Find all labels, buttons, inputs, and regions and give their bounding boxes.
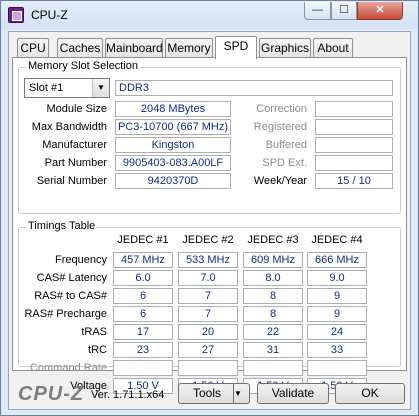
jedec-column-header: JEDEC #4 <box>311 234 363 246</box>
timing-value-field: 6.0 <box>113 270 173 286</box>
chevron-down-icon[interactable]: ▼ <box>233 384 249 403</box>
timings-group-title: Timings Table <box>26 220 98 232</box>
timing-value-field: 6 <box>113 288 173 304</box>
timing-row-label: RAS# to CAS# <box>34 290 107 302</box>
timing-value-field: 23 <box>113 342 173 358</box>
timing-value-field: 33 <box>307 342 367 358</box>
timing-row-label: Command Rate <box>29 362 107 374</box>
max-bandwidth-label: Max Bandwidth <box>31 121 107 133</box>
timing-value-field: 27 <box>178 342 238 358</box>
timing-value-field <box>178 360 238 376</box>
timing-value-field: 6 <box>113 306 173 322</box>
close-button[interactable]: ✕ <box>357 2 403 20</box>
timing-row-label: tRAS <box>81 326 107 338</box>
timing-value-field: 20 <box>178 324 238 340</box>
jedec-column-header: JEDEC #1 <box>117 234 169 246</box>
module-size-field: 2048 MBytes <box>115 101 231 117</box>
tab-mainboard[interactable]: Mainboard <box>105 38 163 58</box>
tab-cpu[interactable]: CPU <box>17 38 49 58</box>
tab-spd[interactable]: SPD <box>215 36 257 59</box>
spd-ext-field <box>315 155 393 171</box>
buffered-label: Buffered <box>265 139 307 151</box>
timing-row-label: Frequency <box>55 254 107 266</box>
footer-bar: CPU-Z Ver. 1.71.1.x64 Tools ▼ Validate O… <box>9 375 410 409</box>
timing-value-field <box>307 360 367 376</box>
module-size-label: Module Size <box>46 103 107 115</box>
manufacturer-field: Kingston <box>115 137 231 153</box>
timing-value-field: 8.0 <box>243 270 303 286</box>
version-label: Ver. 1.71.1.x64 <box>91 389 165 401</box>
maximize-button[interactable]: ☐ <box>331 2 357 20</box>
timing-value-field: 533 MHz <box>178 252 238 268</box>
memory-type-field: DDR3 <box>115 80 393 96</box>
tab-caches[interactable]: Caches <box>57 38 103 58</box>
serial-number-field: 9420370D <box>115 173 231 189</box>
registered-label: Registered <box>253 121 307 133</box>
validate-button[interactable]: Validate <box>257 383 329 404</box>
timing-value-field: 31 <box>243 342 303 358</box>
chevron-down-icon[interactable]: ▼ <box>92 79 109 97</box>
timing-value-field: 8 <box>243 288 303 304</box>
timing-row-label: tRC <box>88 344 107 356</box>
part-number-field: 9905403-083.A00LF <box>115 155 231 171</box>
correction-field <box>315 101 393 117</box>
timing-value-field: 7 <box>178 306 238 322</box>
timing-value-field: 17 <box>113 324 173 340</box>
timings-group: Timings Table JEDEC #1 JEDEC #2 JEDEC #3 JE… <box>18 220 401 394</box>
max-bandwidth-field: PC3-10700 (667 MHz) <box>115 119 231 135</box>
timing-value-field: 9.0 <box>307 270 367 286</box>
cpuz-app-icon <box>8 7 24 23</box>
slot-select[interactable]: Slot #1 ▼ <box>24 78 110 98</box>
buffered-field <box>315 137 393 153</box>
timing-value-field: 7.0 <box>178 270 238 286</box>
memory-slot-group: Memory Slot Selection Slot #1 ▼ DDR3 Mod… <box>18 60 401 214</box>
timing-value-field: 457 MHz <box>113 252 173 268</box>
tab-graphics[interactable]: Graphics <box>259 38 311 58</box>
title-bar[interactable]: CPU-Z — ☐ ✕ <box>1 1 418 29</box>
minimize-button[interactable]: — <box>304 2 331 20</box>
manufacturer-label: Manufacturer <box>42 139 107 151</box>
tools-button[interactable]: Tools ▼ <box>178 383 250 404</box>
client-area: CPU Caches Mainboard Memory SPD Graphics… <box>8 31 411 410</box>
timing-value-field: 666 MHz <box>307 252 367 268</box>
memory-slot-group-title: Memory Slot Selection <box>26 60 141 72</box>
slot-select-value: Slot #1 <box>29 82 64 94</box>
tab-memory[interactable]: Memory <box>165 38 213 58</box>
serial-number-label: Serial Number <box>36 175 107 187</box>
part-number-label: Part Number <box>44 157 107 169</box>
cpuz-brand-logo: CPU-Z <box>18 383 85 405</box>
timing-value-field: 9 <box>307 288 367 304</box>
timing-row-label: RAS# Precharge <box>24 308 107 320</box>
timing-value-field: 22 <box>243 324 303 340</box>
correction-label: Correction <box>256 103 307 115</box>
timing-value-field: 9 <box>307 306 367 322</box>
tab-about[interactable]: About <box>313 38 353 58</box>
timing-value-field <box>113 360 173 376</box>
week-year-label: Week/Year <box>253 175 307 187</box>
timing-value-field: 609 MHz <box>243 252 303 268</box>
jedec-column-header: JEDEC #2 <box>182 234 234 246</box>
window-title: CPU-Z <box>31 8 68 22</box>
timing-value-field: 24 <box>307 324 367 340</box>
ok-button[interactable]: OK <box>335 383 405 404</box>
cpuz-window: CPU-Z — ☐ ✕ CPU Caches Mainboard Memory … <box>0 0 419 416</box>
jedec-column-header: JEDEC #3 <box>247 234 299 246</box>
timing-value-field: 8 <box>243 306 303 322</box>
tab-strip: CPU Caches Mainboard Memory SPD Graphics… <box>9 36 410 59</box>
registered-field <box>315 119 393 135</box>
tools-button-label: Tools <box>193 386 222 400</box>
spd-panel: Memory Slot Selection Slot #1 ▼ DDR3 Mod… <box>12 57 407 394</box>
timing-value-field: 7 <box>178 288 238 304</box>
week-year-field: 15 / 10 <box>315 173 393 189</box>
spd-ext-label: SPD Ext. <box>262 157 307 169</box>
timing-row-label: CAS# Latency <box>36 272 107 284</box>
timing-value-field <box>243 360 303 376</box>
